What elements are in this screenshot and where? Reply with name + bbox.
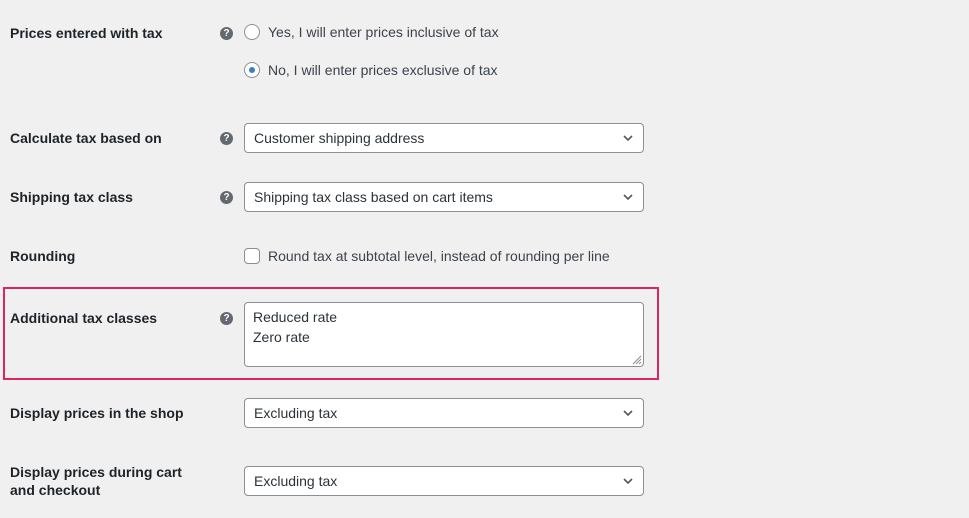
radio-button[interactable] xyxy=(244,24,260,40)
additional-tax-classes-textarea[interactable]: Reduced rate Zero rate xyxy=(244,302,644,367)
chevron-down-icon xyxy=(623,135,633,142)
help-icon[interactable]: ? xyxy=(220,27,233,40)
prices-entered-with-tax-label: Prices entered with tax xyxy=(10,25,163,41)
textarea-content: Reduced rate Zero rate xyxy=(253,309,338,345)
help-icon[interactable]: ? xyxy=(220,132,233,145)
shipping-tax-class-label: Shipping tax class xyxy=(10,189,133,205)
calculate-tax-based-on-select[interactable]: Customer shipping address xyxy=(244,123,644,153)
help-icon[interactable]: ? xyxy=(220,191,233,204)
chevron-down-icon xyxy=(623,410,633,417)
select-value: Excluding tax xyxy=(254,405,338,421)
rounding-checkbox[interactable] xyxy=(244,248,260,264)
radio-prices-exclusive[interactable]: No, I will enter prices exclusive of tax xyxy=(244,62,498,78)
radio-label: No, I will enter prices exclusive of tax xyxy=(268,62,498,78)
chevron-down-icon xyxy=(623,478,633,485)
select-value: Customer shipping address xyxy=(254,130,425,146)
additional-tax-classes-label: Additional tax classes xyxy=(10,310,158,326)
select-value: Shipping tax class based on cart items xyxy=(254,189,493,205)
rounding-label: Rounding xyxy=(10,248,76,264)
help-icon[interactable]: ? xyxy=(220,312,233,325)
display-prices-in-shop-select[interactable]: Excluding tax xyxy=(244,398,644,428)
radio-prices-inclusive[interactable]: Yes, I will enter prices inclusive of ta… xyxy=(244,24,499,40)
chevron-down-icon xyxy=(623,194,633,201)
radio-button-checked[interactable] xyxy=(244,62,260,78)
display-prices-in-shop-label: Display prices in the shop xyxy=(10,405,184,421)
display-prices-cart-checkout-select[interactable]: Excluding tax xyxy=(244,466,644,496)
radio-label: Yes, I will enter prices inclusive of ta… xyxy=(268,24,499,40)
shipping-tax-class-select[interactable]: Shipping tax class based on cart items xyxy=(244,182,644,212)
calculate-tax-based-on-label: Calculate tax based on xyxy=(10,130,162,146)
select-value: Excluding tax xyxy=(254,473,338,489)
rounding-checkbox-row[interactable]: Round tax at subtotal level, instead of … xyxy=(244,248,610,264)
resize-handle-icon[interactable] xyxy=(630,353,642,365)
display-prices-cart-checkout-label: Display prices during cart and checkout xyxy=(10,464,182,498)
checkbox-label: Round tax at subtotal level, instead of … xyxy=(268,248,610,264)
